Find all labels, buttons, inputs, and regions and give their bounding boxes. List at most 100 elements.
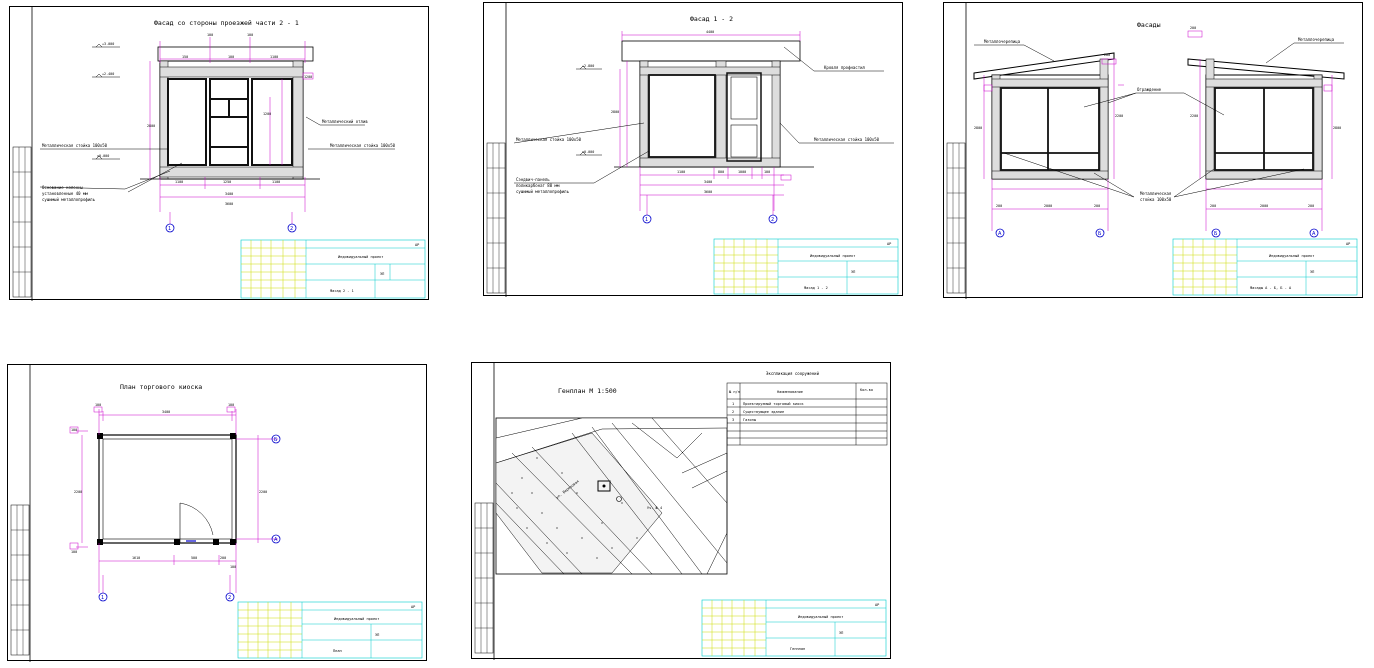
- s3-note-4: Металлическая: [1140, 191, 1171, 196]
- dim-top-2: 100: [247, 33, 253, 37]
- facade-2-1-drawing: Фасад со стороны проезжей части 2 - 1 10…: [12, 7, 426, 301]
- s2-axis-2: 2: [771, 217, 774, 223]
- s2-dim-b5: 3400: [704, 180, 712, 184]
- tb1-org: Индивидуальный проект: [338, 255, 383, 259]
- tb1-sheet-name: Фасад 2 - 1: [330, 289, 354, 293]
- dim-top-6: 1200: [304, 75, 312, 79]
- sheet-facade-1-2[interactable]: Фасад 1 - 2 4400 1100 800 1000 100 3400 …: [483, 2, 903, 297]
- dim-bottom-4: 3400: [225, 192, 233, 196]
- tb2-org: Индивидуальный проект: [810, 254, 855, 258]
- note-base-1: Основание колонны: [42, 185, 84, 190]
- s2-level-2: ±0.000: [582, 150, 594, 154]
- s4-dim-b3: 500: [191, 556, 197, 560]
- s4-dim-b2: 1610: [132, 556, 140, 560]
- tb1-stage: ЭП: [380, 272, 384, 276]
- s4-dim-t1: 100: [95, 403, 101, 407]
- s2-note-roof: Кровля профнастил: [824, 65, 866, 70]
- s3-dim-b4: 200: [1210, 204, 1216, 208]
- dim-right-6: 2800: [147, 124, 155, 128]
- facade-1-2-drawing: Фасад 1 - 2 4400 1100 800 1000 100 3400 …: [486, 3, 899, 297]
- tb4-sheet-name: План: [333, 649, 342, 653]
- title-block-4: [237, 601, 423, 659]
- tb5-stage: ЭП: [839, 631, 843, 635]
- s4-dim-s2: 2200: [74, 490, 82, 494]
- s3-axis-3: Б: [1214, 231, 1218, 237]
- tb4-code: АР: [411, 605, 415, 609]
- s3-axis-4: А: [1312, 231, 1316, 237]
- s2-dim-b3: 1000: [738, 170, 746, 174]
- level-1: +3.000: [102, 42, 114, 46]
- explication-table: [726, 382, 888, 446]
- s3-axis-1: A: [998, 231, 1002, 237]
- dim-top-4: 100: [228, 55, 234, 59]
- s2-dim-b2: 800: [718, 170, 724, 174]
- dim-bottom-1: 1100: [175, 180, 183, 184]
- plan-drawing: План торгового киоска 100 3400 100 100 1…: [10, 365, 423, 662]
- dim-bottom-5: 3600: [225, 202, 233, 206]
- s2-dim-b1: 1100: [677, 170, 685, 174]
- s3-dim-s1: 2800: [974, 126, 982, 130]
- s4-axis-3: Б: [274, 437, 278, 443]
- s2-dim-side: 2800: [611, 110, 619, 114]
- sheet-site-plan[interactable]: Генплан М 1:500 Экспликация сооружений №…: [471, 362, 891, 660]
- tb2-code: АР: [887, 242, 891, 246]
- table-h3: Кол-во: [860, 388, 873, 392]
- sheet2-title: Фасад 1 - 2: [690, 15, 733, 23]
- tb3-sheet-name: Фасады А - Б, Б - А: [1250, 286, 1292, 290]
- note-left-post: Металлическая стойка 100x50: [42, 143, 108, 148]
- tb5-code: АР: [875, 603, 879, 607]
- dim-right-1: 1200: [263, 112, 271, 116]
- sheet5-title: Генплан М 1:500: [558, 387, 617, 395]
- tb3-code: АР: [1346, 242, 1350, 246]
- s2-level-1: +2.800: [582, 64, 594, 68]
- table-r3c1: 3: [732, 418, 734, 422]
- dim-top-1: 100: [207, 33, 213, 37]
- s4-dim-b4: 200: [220, 556, 226, 560]
- facades-a-b-drawing: Фасады 200 200 200 2000 200 200 2000 200…: [946, 3, 1358, 299]
- s2-dim-b4: 100: [764, 170, 770, 174]
- tb3-stage: ЭП: [1310, 270, 1314, 274]
- sheet-facades-a-b[interactable]: Фасады 200 200 200 2000 200 200 2000 200…: [943, 2, 1363, 299]
- note-right-post: Металлическая стойка 100x50: [330, 143, 396, 148]
- s2-note-base2: поликарбонат 80 мм: [516, 183, 560, 188]
- s2-note-base1: Сэндвич-панель: [516, 177, 550, 182]
- dim-bottom-3: 1100: [272, 180, 280, 184]
- s3-dim-b3: 200: [1094, 204, 1100, 208]
- s4-dim-b1: 100: [71, 550, 77, 554]
- dim-bottom-2: 1250: [223, 180, 231, 184]
- tb5-org: Индивидуальный проект: [798, 615, 843, 619]
- sheet1-title: Фасад со стороны проезжей части 2 - 1: [154, 19, 299, 27]
- axis-label-2: 2: [290, 226, 293, 232]
- s4-axis-4: А: [274, 537, 278, 543]
- s3-dim-s3: 2200: [1190, 114, 1198, 118]
- dim-top-5: 1100: [270, 55, 278, 59]
- s3-note-2: Металлочерепица: [1298, 37, 1335, 42]
- tb2-sheet-name: Фасад 1 - 2: [804, 286, 828, 290]
- s3-dim-b6: 200: [1308, 204, 1314, 208]
- table-h1: № п/п: [729, 390, 740, 394]
- dim-top-3: 150: [182, 55, 188, 59]
- s3-dim-top-2: 200: [1190, 26, 1196, 30]
- s4-dim-s1: 100: [71, 428, 77, 432]
- s4-axis-2: 2: [228, 595, 231, 601]
- table-r2c2: Существующее здание: [743, 410, 784, 414]
- table-h2: Наименование: [777, 390, 803, 394]
- sheet-facade-2-1[interactable]: Фасад со стороны проезжей части 2 - 1 10…: [9, 6, 429, 301]
- tb4-stage: ЭП: [375, 633, 379, 637]
- level-2: +2.400: [102, 72, 114, 76]
- tb1-code: АР: [415, 243, 419, 247]
- s3-dim-b5: 2000: [1260, 204, 1268, 208]
- tb2-stage: ЭП: [851, 270, 855, 274]
- level-3: ±0.000: [97, 154, 109, 158]
- s3-dim-b2: 2000: [1044, 204, 1052, 208]
- note-base-2: установленные 40 мм: [42, 191, 88, 196]
- sheet-plan[interactable]: План торгового киоска 100 3400 100 100 1…: [7, 364, 427, 662]
- s4-dim-t3: 100: [228, 403, 234, 407]
- s2-axis-1: 1: [645, 217, 648, 223]
- s2-note-base3: сушимый металлопрофиль: [516, 189, 570, 194]
- s3-note-1: Металлочерепица: [984, 39, 1021, 44]
- s2-dim-b6: 3600: [704, 190, 712, 194]
- table-r1c2: Проектируемый торговый киоск: [743, 402, 804, 406]
- s3-note-3: Ограждение: [1137, 87, 1162, 92]
- s3-dim-top-1: 200: [1104, 53, 1110, 57]
